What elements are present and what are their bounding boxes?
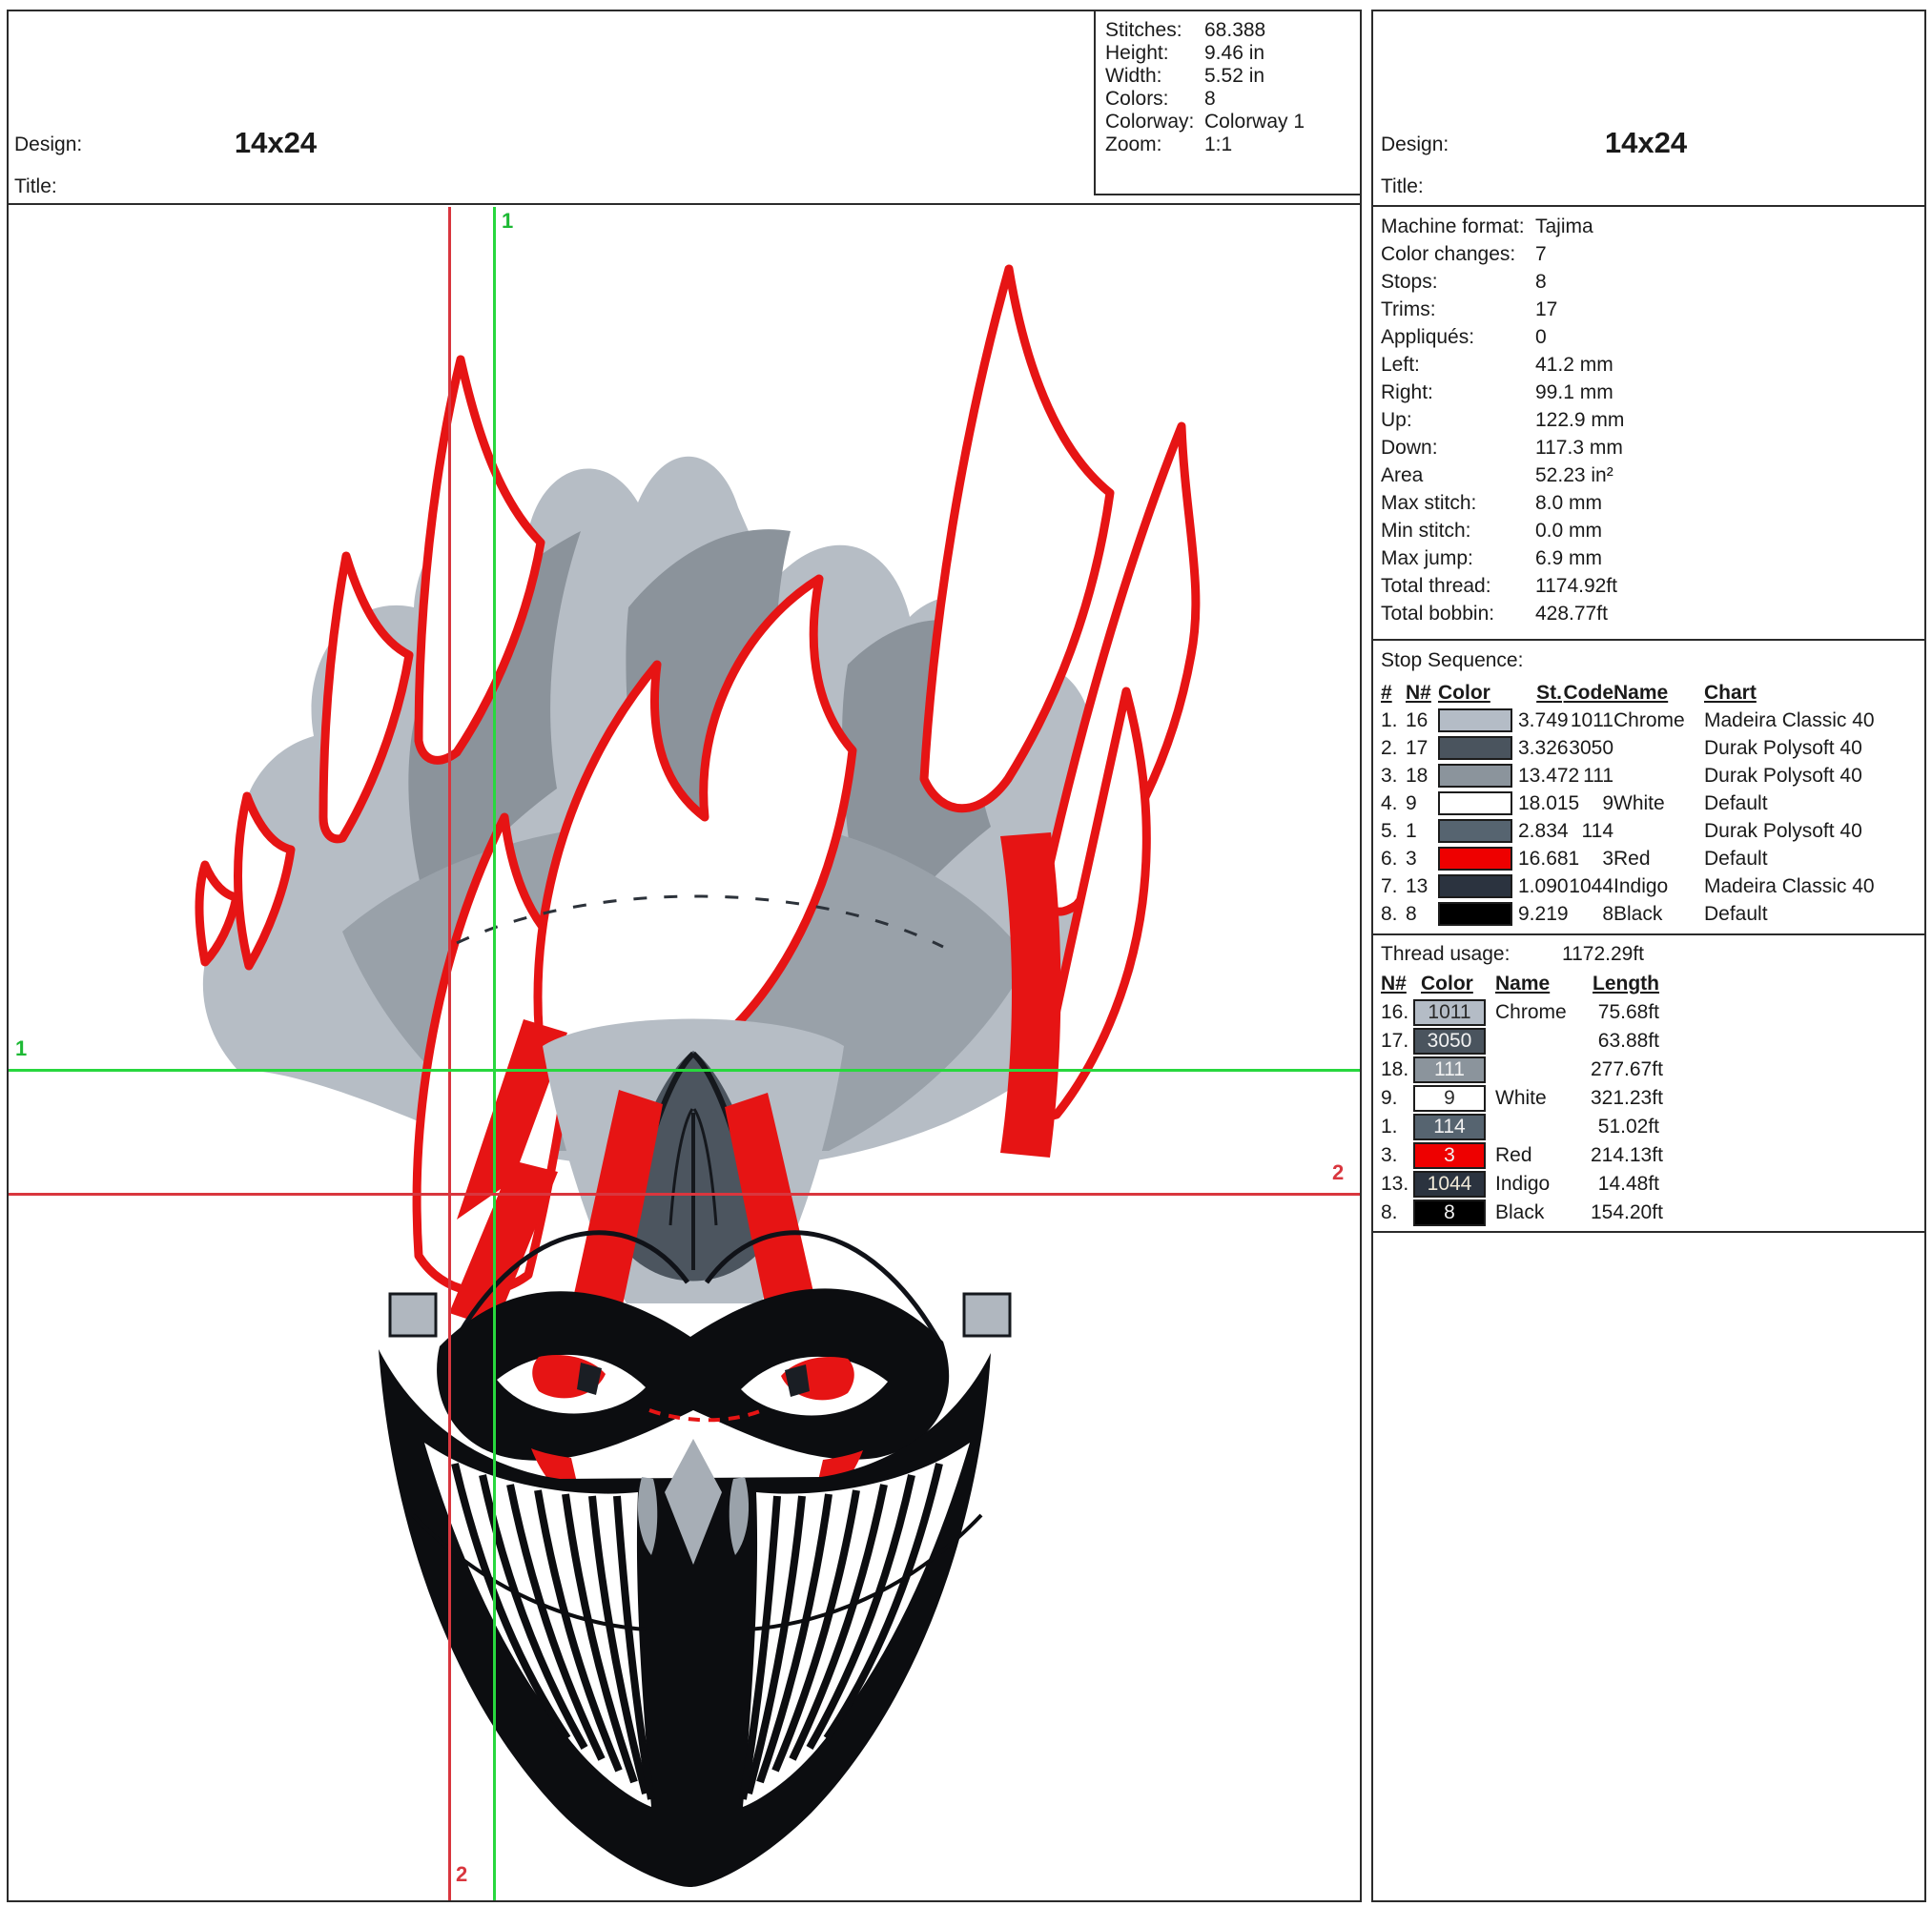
machine-info-row: Color changes: 7	[1381, 243, 1547, 265]
stop-sequence-row: 2. 17 3.326 3050 Durak Polysoft 40	[1381, 736, 1862, 760]
thread-usage-row: 1. 114 51.02ft	[1373, 1113, 1924, 1141]
stat-zoom: Zoom: 1:1	[1105, 133, 1233, 155]
stop-sequence-row: 1. 16 3.749 1011 Chrome Madeira Classic 40	[1381, 708, 1875, 732]
stop-sequence-row: 8. 8 9.219 8 Black Default	[1381, 902, 1768, 926]
thread-usage-row: 3. 3 Red 214.13ft	[1373, 1141, 1924, 1170]
color-swatch: 114	[1413, 1114, 1486, 1140]
machine-info-row: Area 52.23 in²	[1381, 464, 1613, 486]
machine-info-row: Total thread: 1174.92ft	[1381, 575, 1618, 597]
design-canvas: 1 1 2 2	[9, 207, 1360, 1900]
stat-height: Height: 9.46 in	[1105, 42, 1265, 64]
machine-info-row: Appliqués: 0	[1381, 326, 1547, 348]
stop-sequence-box: Stop Sequence: # N# Color St. Code Name …	[1373, 641, 1924, 935]
guide-label-2-right: 2	[1332, 1160, 1345, 1184]
stop-sequence-row: 3. 18 13.472 111 Durak Polysoft 40	[1381, 764, 1862, 788]
color-swatch: 111	[1413, 1056, 1486, 1083]
color-swatch: 1044	[1413, 1171, 1486, 1198]
color-swatch: 3050	[1413, 1028, 1486, 1055]
stop-sequence-row: 4. 9 18.015 9 White Default	[1381, 791, 1768, 815]
machine-info-row: Max stitch: 8.0 mm	[1381, 492, 1603, 514]
color-swatch: 3	[1413, 1142, 1486, 1169]
guide-line-vertical-red	[448, 207, 451, 1900]
machine-info-row: Total bobbin: 428.77ft	[1381, 603, 1608, 625]
machine-info-row: Stops: 8	[1381, 271, 1547, 293]
stop-sequence-row: 5. 1 2.834 114 Durak Polysoft 40	[1381, 819, 1862, 843]
machine-info-row: Machine format: Tajima	[1381, 215, 1593, 237]
guide-label-1-top: 1	[502, 209, 514, 233]
design-preview-art	[195, 264, 1201, 1887]
stat-colors: Colors: 8	[1105, 88, 1216, 110]
design-stats-box: Stitches: 68.388 Height: 9.46 in Width: 5.5…	[1094, 11, 1360, 195]
right-page-header: Design: 14x24 Title:	[1373, 11, 1924, 207]
machine-info-box: Machine format: Tajima Color changes: 7 St…	[1373, 207, 1924, 641]
title-label: Title:	[1381, 175, 1424, 197]
thread-usage-header: N# Color Name Length	[1381, 973, 1659, 995]
thread-usage-total: 1172.29ft	[1562, 943, 1645, 965]
stop-sequence-row: 7. 13 1.090 1044 Indigo Madeira Classic 40	[1381, 874, 1875, 898]
thread-usage-title: Thread usage: 1172.29ft	[1381, 939, 1924, 970]
thread-usage-row: 8. 8 Black 154.20ft	[1373, 1199, 1924, 1227]
thread-usage-row: 17. 3050 63.88ft	[1373, 1027, 1924, 1056]
thread-usage-row: 16. 1011 Chrome 75.68ft	[1373, 998, 1924, 1027]
color-swatch	[1438, 791, 1512, 815]
design-name: 14x24	[1604, 126, 1688, 159]
guide-line-horizontal-green	[9, 1069, 1360, 1072]
guide-line-vertical-green	[493, 207, 496, 1900]
color-swatch	[1438, 736, 1512, 760]
machine-info-row: Max jump: 6.9 mm	[1381, 547, 1603, 569]
machine-info-row: Down: 117.3 mm	[1381, 437, 1623, 459]
design-label: Design:	[1381, 133, 1449, 155]
color-swatch: 8	[1413, 1200, 1486, 1226]
color-swatch	[1438, 708, 1512, 732]
stat-colorway: Colorway: Colorway 1	[1105, 111, 1305, 133]
guide-label-2-bottom: 2	[456, 1862, 468, 1886]
info-page: Design: 14x24 Title: Machine format: Taji…	[1371, 10, 1926, 1902]
machine-info-row: Left: 41.2 mm	[1381, 354, 1613, 376]
thread-usage-box: Thread usage: 1172.29ft N# Color Name Le…	[1373, 935, 1924, 1233]
color-swatch	[1438, 764, 1512, 788]
stat-stitches: Stitches: 68.388	[1105, 19, 1266, 41]
color-swatch	[1438, 819, 1512, 843]
design-page: Design: 14x24 Title: Stitches: 68.388 Hei…	[7, 10, 1362, 1902]
thread-usage-row: 18. 111 277.67ft	[1373, 1056, 1924, 1084]
stop-sequence-header: # N# Color St. Code Name Chart	[1381, 681, 1757, 704]
machine-info-row: Up: 122.9 mm	[1381, 409, 1625, 431]
stop-sequence-row: 6. 3 16.681 3 Red Default	[1381, 847, 1768, 871]
notes-empty-area	[1373, 1233, 1924, 1900]
color-swatch	[1438, 902, 1512, 926]
color-swatch: 1011	[1413, 999, 1486, 1026]
color-swatch: 9	[1413, 1085, 1486, 1112]
design-label: Design:	[14, 133, 83, 155]
machine-info-row: Min stitch: 0.0 mm	[1381, 520, 1603, 542]
guide-line-horizontal-red	[9, 1193, 1360, 1196]
design-name: 14x24	[234, 126, 318, 159]
color-swatch	[1438, 874, 1512, 898]
stop-sequence-title: Stop Sequence:	[1381, 649, 1524, 671]
color-swatch	[1438, 847, 1512, 871]
thread-usage-row: 13. 1044 Indigo 14.48ft	[1373, 1170, 1924, 1199]
title-label: Title:	[14, 175, 57, 197]
left-page-header: Design: 14x24 Title: Stitches: 68.388 Hei…	[9, 11, 1360, 205]
guide-label-1-left: 1	[15, 1036, 28, 1060]
stat-width: Width: 5.52 in	[1105, 65, 1265, 87]
thread-usage-row: 9. 9 White 321.23ft	[1373, 1084, 1924, 1113]
machine-info-row: Trims: 17	[1381, 298, 1558, 320]
machine-info-row: Right: 99.1 mm	[1381, 381, 1613, 403]
